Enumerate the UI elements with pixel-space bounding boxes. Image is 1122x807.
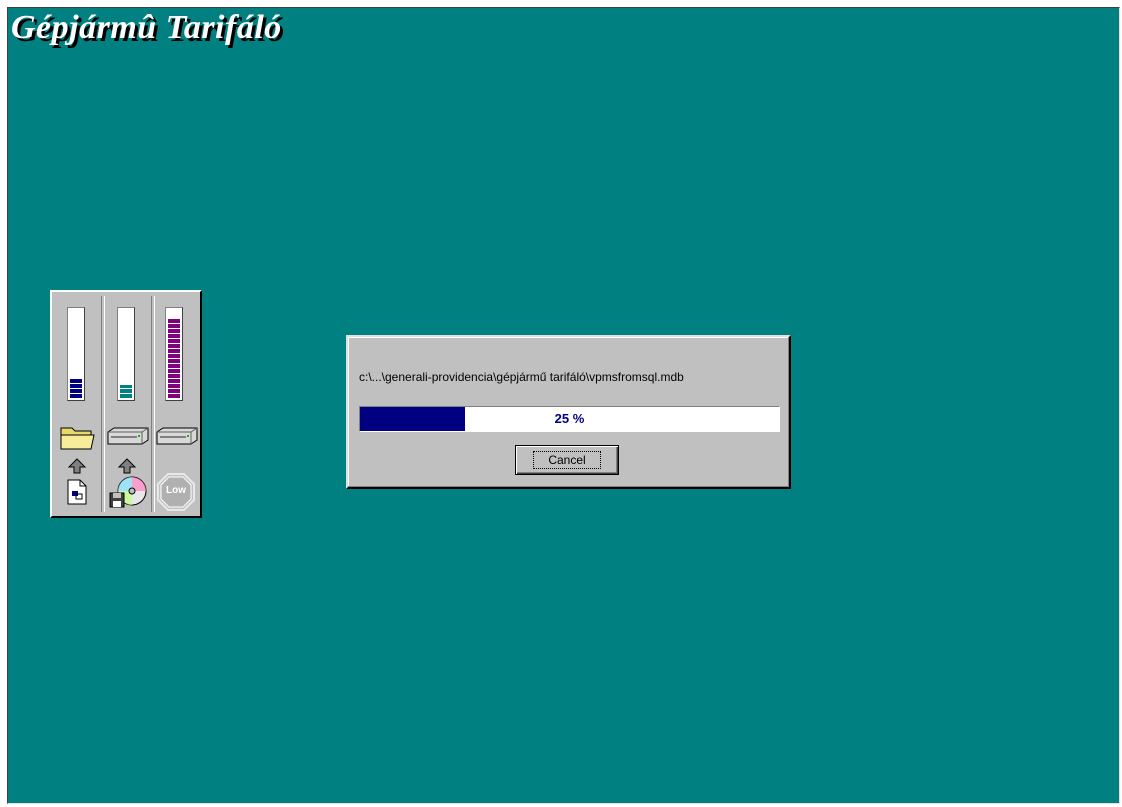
source-space-meter-fill (120, 384, 132, 398)
cd-disk-icon (109, 476, 147, 508)
copy-progress-dialog: c:\...\generali-providencia\gépjármű tar… (346, 335, 791, 489)
folder-icon (60, 427, 95, 450)
column-divider (101, 296, 105, 512)
low-label: Low (166, 485, 186, 496)
arrow-up-icon (117, 458, 137, 474)
memory-meter (165, 307, 183, 401)
app-title: Gépjármû Tarifáló (11, 9, 282, 46)
hard-drive-icon (156, 427, 198, 445)
disk-space-meter (67, 307, 85, 401)
disk-space-meter-fill (70, 378, 82, 398)
column-divider (151, 296, 155, 512)
hard-drive-icon (107, 427, 149, 445)
setup-monitor-panel: Low (50, 290, 202, 518)
setup-background: Gépjármû Tarifáló Low c:\...\generali-pr… (7, 7, 1120, 804)
memory-meter-fill (168, 318, 180, 398)
file-path-label: c:\...\generali-providencia\gépjármű tar… (359, 370, 684, 384)
document-icon (67, 479, 87, 505)
progress-percent-label: 25 % (554, 411, 585, 426)
arrow-up-icon (67, 458, 87, 474)
cancel-button-label: Cancel (533, 451, 601, 469)
progress-bar: 25 % (359, 406, 780, 432)
source-space-meter (117, 307, 135, 401)
cancel-button[interactable]: Cancel (515, 445, 619, 475)
